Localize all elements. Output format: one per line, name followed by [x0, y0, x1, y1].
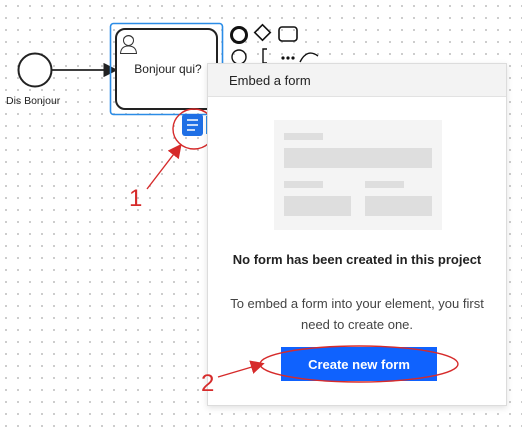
more-icon[interactable]	[281, 56, 295, 60]
popover-title: Embed a form	[208, 64, 506, 97]
gateway-icon[interactable]	[253, 23, 272, 42]
empty-state-description: To embed a form into your element, you f…	[230, 296, 484, 332]
start-event[interactable]	[17, 52, 53, 88]
embed-form-popover: Embed a form No form has been created in…	[207, 63, 507, 406]
end-event-icon[interactable]	[230, 26, 248, 44]
empty-state-title: No form has been created in this project	[232, 252, 482, 267]
start-event-label: Dis Bonjour	[6, 95, 61, 107]
text-annotation-icon[interactable]	[262, 48, 267, 64]
task-icon[interactable]	[278, 26, 298, 42]
annotation-number-1: 1	[129, 185, 143, 212]
intermediate-event-icon[interactable]	[231, 49, 247, 65]
user-task-label: Bonjour qui?	[134, 62, 202, 76]
connect-icon[interactable]	[299, 52, 319, 63]
empty-form-illustration	[274, 120, 442, 230]
annotation-number-2: 2	[201, 370, 215, 397]
create-new-form-button[interactable]: Create new form	[281, 347, 437, 381]
annotation-arrow-1	[146, 143, 182, 190]
